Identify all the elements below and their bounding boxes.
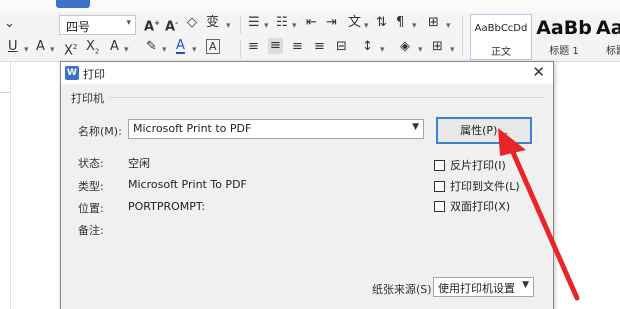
tab-start[interactable] — [56, 0, 90, 8]
clear-format-icon[interactable]: ◇ — [187, 15, 197, 31]
print-to-file-checkbox[interactable]: 打印到文件(L) — [434, 178, 520, 193]
status-value: 空闲 — [128, 157, 150, 170]
printer-name-select[interactable]: Microsoft Print to PDF ▼ — [128, 119, 424, 139]
font-size-select[interactable]: 四号 ▾ — [59, 15, 136, 35]
dialog-title: 打印 — [83, 68, 105, 81]
style-heading-1[interactable]: AaBb 标题 1 — [534, 14, 594, 60]
align-right-icon[interactable]: ≡ — [292, 39, 303, 55]
style-name: 标题 1 — [549, 46, 579, 57]
char-border-icon[interactable]: A — [206, 39, 220, 54]
close-icon[interactable]: ✕ — [532, 64, 545, 80]
chevron-down-icon[interactable]: ▾ — [124, 42, 129, 58]
style-heading[interactable]: AaB 标题 — [596, 14, 620, 60]
checkbox-label: 双面打印(X) — [450, 200, 511, 213]
chevron-down-icon[interactable]: ▾ — [162, 42, 167, 58]
show-marks-icon[interactable]: ¶ — [396, 15, 404, 31]
superscript-icon[interactable]: X2 — [64, 39, 77, 59]
sort-icon[interactable]: ⇅ — [376, 15, 387, 31]
dialog-titlebar[interactable]: W 打印 ✕ — [61, 62, 553, 84]
chevron-down-icon[interactable]: ▾ — [418, 42, 423, 58]
align-center-icon[interactable]: ≡ — [268, 38, 283, 54]
subscript-icon[interactable]: X2 — [86, 39, 99, 60]
document-page-edge — [10, 62, 11, 309]
printer-group-label: 打印机 — [71, 92, 104, 105]
chevron-down-icon[interactable]: ▾ — [412, 18, 417, 34]
phonetic-icon[interactable]: 变 — [206, 15, 219, 31]
chevron-down-icon[interactable]: ▾ — [364, 18, 369, 34]
chevron-down-icon[interactable]: ▾ — [446, 18, 451, 34]
chevron-down-icon: ▼ — [522, 280, 529, 290]
divider — [240, 40, 241, 58]
properties-button[interactable]: 属性(P)... — [436, 117, 532, 144]
divider — [462, 16, 463, 56]
paper-source-label: 纸张来源(S): — [372, 283, 436, 296]
type-value: Microsoft Print To PDF — [128, 178, 247, 191]
borders-icon[interactable]: ⊞ — [432, 39, 443, 55]
document-margin-mark — [0, 92, 10, 93]
chevron-down-icon[interactable]: ▾ — [450, 42, 455, 58]
align-left-icon[interactable]: ≡ — [248, 39, 259, 55]
paper-source-value: 使用打印机设置 — [438, 282, 515, 295]
ribbon-toolbar: ⌄ 四号 ▾ A+ A- ◇ 变 ▾ ☰ ▾ ☷ ▾ ⇤ ⇥ 文 ▾ ⇅ ¶ ▾… — [0, 12, 620, 62]
print-dialog: W 打印 ✕ 打印机 名称(M): Microsoft Print to PDF… — [60, 61, 554, 309]
line-spacing-icon[interactable]: ↕ — [362, 39, 373, 55]
bullet-list-icon[interactable]: ☰ — [248, 15, 260, 31]
font-name-dropdown-icon[interactable]: ⌄ — [4, 16, 15, 32]
style-normal[interactable]: AaBbCcDd 正文 — [470, 14, 532, 60]
style-sample: AaB — [596, 17, 620, 39]
decrease-font-icon[interactable]: A- — [165, 15, 178, 35]
increase-font-icon[interactable]: A+ — [144, 15, 160, 35]
chevron-down-icon[interactable]: ▾ — [292, 18, 297, 34]
ribbon-tab-strip — [0, 0, 620, 12]
chinese-layout-icon[interactable]: 文 — [348, 15, 361, 31]
font-size-value: 四号 — [66, 20, 91, 34]
highlight-icon[interactable]: ✎ — [146, 39, 157, 55]
checkbox-label: 反片打印(I) — [450, 159, 506, 172]
justify-icon[interactable]: ≡ — [314, 39, 325, 55]
checkbox-box[interactable] — [434, 201, 445, 212]
location-value: PORTPROMPT: — [128, 200, 206, 213]
wps-writer-icon: W — [65, 66, 79, 80]
chevron-down-icon: ▼ — [412, 122, 419, 132]
style-name: 正文 — [491, 47, 511, 58]
group-divider — [109, 97, 545, 98]
comment-label: 备注: — [78, 224, 104, 237]
tab-partial[interactable] — [110, 0, 134, 4]
chevron-down-icon[interactable]: ▾ — [264, 18, 269, 34]
printer-name-label: 名称(M): — [78, 125, 122, 138]
chevron-down-icon[interactable]: ▾ — [226, 18, 231, 34]
chevron-down-icon[interactable]: ▾ — [24, 42, 29, 58]
chevron-down-icon: ▾ — [126, 18, 131, 28]
mirror-print-checkbox[interactable]: 反片打印(I) — [434, 157, 506, 172]
printer-name-value: Microsoft Print to PDF — [133, 122, 252, 135]
checkbox-box[interactable] — [434, 160, 445, 171]
location-label: 位置: — [78, 202, 104, 215]
table-borders-icon[interactable]: ⊞ — [428, 15, 439, 31]
status-label: 状态: — [78, 157, 104, 170]
style-sample: AaBb — [536, 17, 592, 39]
chevron-down-icon[interactable]: ▾ — [380, 42, 385, 58]
checkbox-box[interactable] — [434, 181, 445, 192]
strikethrough-icon[interactable]: A — [36, 39, 45, 55]
style-name: 标题 — [606, 46, 620, 57]
decrease-indent-icon[interactable]: ⇤ — [306, 15, 317, 31]
chevron-down-icon[interactable]: ▾ — [50, 42, 55, 58]
checkbox-label: 打印到文件(L) — [450, 180, 520, 193]
type-label: 类型: — [78, 180, 104, 193]
paper-source-select[interactable]: 使用打印机设置 ▼ — [433, 277, 534, 297]
style-sample: AaBbCcDd — [474, 23, 528, 34]
text-effect-icon[interactable]: A — [110, 39, 119, 55]
duplex-print-checkbox[interactable]: 双面打印(X) — [434, 198, 511, 213]
divider — [240, 16, 241, 34]
style-gallery: AaBbCcDd 正文 AaBb 标题 1 AaB 标题 — [466, 14, 620, 60]
font-color-icon[interactable]: A — [176, 39, 185, 54]
chevron-down-icon[interactable]: ▾ — [192, 42, 197, 58]
increase-indent-icon[interactable]: ⇥ — [326, 15, 337, 31]
distribute-icon[interactable]: ⊟ — [336, 39, 347, 55]
underline-icon[interactable]: U — [8, 39, 18, 55]
shading-icon[interactable]: ◈ — [400, 39, 410, 55]
numbered-list-icon[interactable]: ☷ — [276, 15, 288, 31]
